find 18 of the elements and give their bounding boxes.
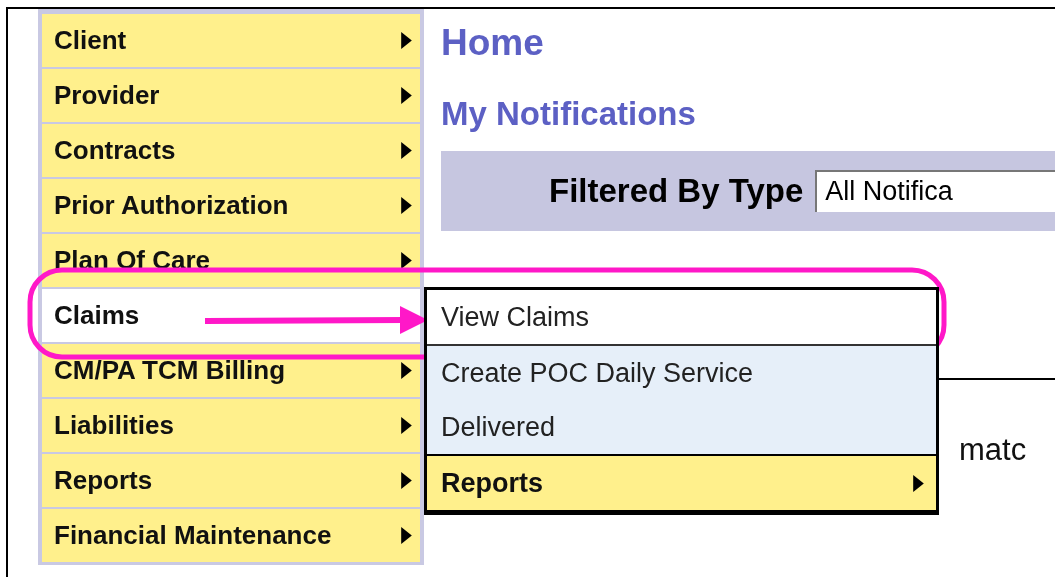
caret-icon	[913, 474, 924, 492]
menu-item[interactable]: Provider	[42, 69, 420, 122]
submenu-item[interactable]: Create POC Daily Service	[427, 346, 936, 400]
page-title: Home	[441, 22, 545, 64]
menu-item[interactable]: Liabilities	[42, 399, 420, 452]
submenu-item[interactable]: Delivered	[427, 400, 936, 454]
message-text: matc	[959, 432, 1027, 467]
menu-item[interactable]: Financial Maintenance	[42, 509, 420, 562]
menu-item[interactable]: Contracts	[42, 124, 420, 177]
menu-item[interactable]: Prior Authorization	[42, 179, 420, 232]
menu-item[interactable]: CM/PA TCM Billing	[42, 344, 420, 397]
submenu-item[interactable]: Reports	[427, 454, 936, 510]
submenu-item[interactable]: View Claims	[427, 290, 936, 346]
menu-item[interactable]: Client	[42, 14, 420, 67]
section-title: My Notifications	[441, 95, 697, 133]
menu-item[interactable]: Reports	[42, 454, 420, 507]
filter-label: Filtered By Type	[549, 172, 804, 210]
filter-dropdown[interactable]: All Notifica	[815, 170, 1055, 212]
